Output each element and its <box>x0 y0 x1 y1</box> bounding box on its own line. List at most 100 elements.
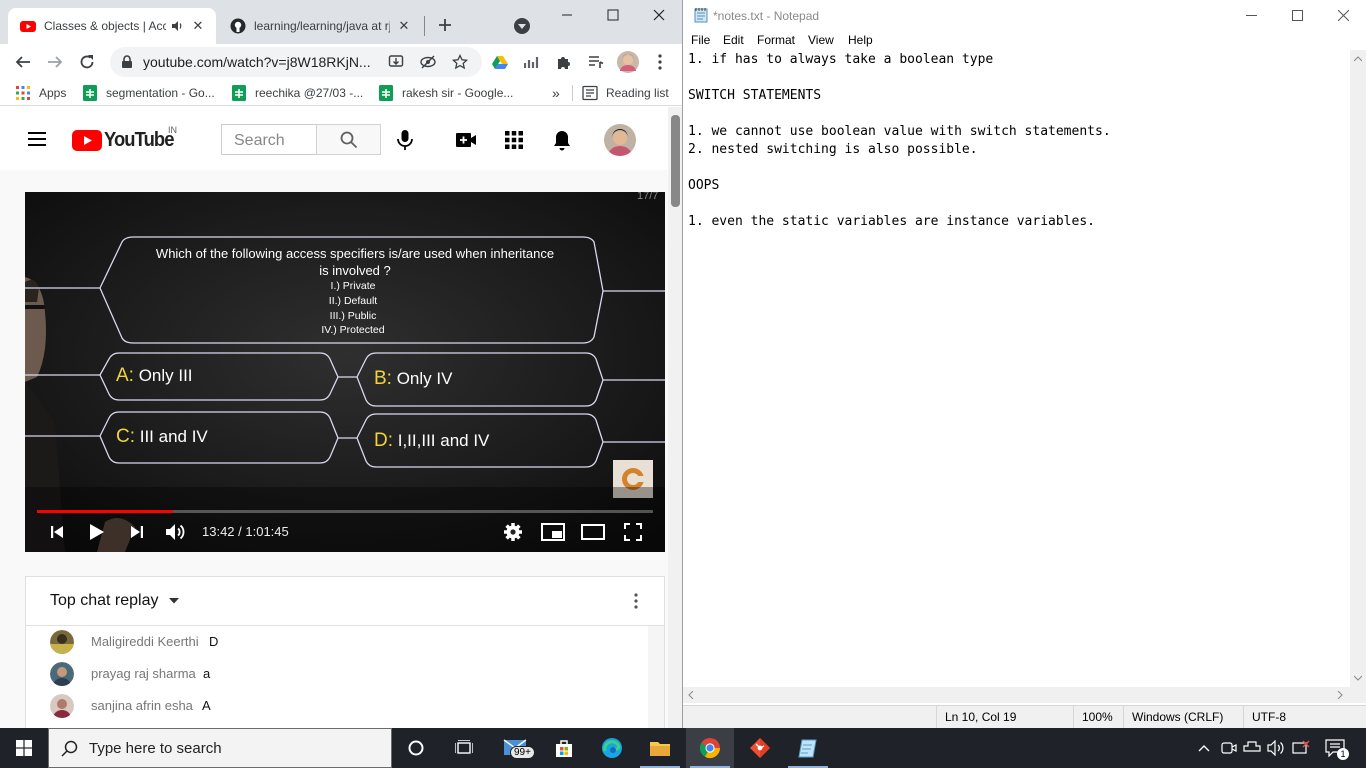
settings-gear-icon[interactable] <box>500 519 526 545</box>
taskbar-search-box[interactable]: Type here to search <box>48 728 392 768</box>
question-line-2: is involved ? <box>319 263 391 278</box>
youtube-search-button[interactable] <box>316 124 381 155</box>
notifications-bell-icon[interactable] <box>553 129 571 151</box>
chat-author[interactable]: Maligireddi Keerthi <box>91 634 199 649</box>
next-video-icon[interactable] <box>124 519 150 545</box>
volume-icon[interactable] <box>163 519 189 545</box>
bookmark-reechika[interactable]: reechika @27/03 -... <box>231 84 363 102</box>
chat-author[interactable]: prayag raj sharma <box>91 666 196 681</box>
meet-now-icon[interactable] <box>1219 738 1239 758</box>
address-bar[interactable]: youtube.com/watch?v=j8W18RKjN... <box>110 47 482 77</box>
fullscreen-icon[interactable] <box>620 519 646 545</box>
microsoft-store-icon[interactable] <box>540 728 588 768</box>
hamburger-menu-icon[interactable] <box>27 131 47 147</box>
search-icon <box>340 131 357 148</box>
avatar[interactable] <box>50 694 74 718</box>
bookmark-star-icon[interactable] <box>452 54 468 70</box>
menu-help[interactable]: Help <box>848 33 873 47</box>
task-view-icon[interactable] <box>440 728 488 768</box>
reading-list-button[interactable]: Reading list <box>582 84 669 102</box>
eye-slash-icon[interactable] <box>420 54 436 70</box>
bookmark-rakesh[interactable]: rakesh sir - Google... <box>378 84 513 102</box>
miniplayer-icon[interactable] <box>540 519 566 545</box>
reload-icon[interactable] <box>75 50 99 74</box>
avatar[interactable] <box>50 630 74 654</box>
tab-search-icon[interactable] <box>513 17 531 35</box>
avatar[interactable] <box>604 124 636 156</box>
scroll-up-icon[interactable] <box>1354 56 1362 62</box>
text-line: SWITCH STATEMENTS <box>688 88 822 103</box>
avatar[interactable] <box>50 662 74 686</box>
theater-mode-icon[interactable] <box>580 519 606 545</box>
notepad-text-area[interactable]: 1. if has to always take a boolean type … <box>683 50 1350 687</box>
chat-scrollbar[interactable] <box>648 626 664 728</box>
video-progress-bar[interactable] <box>37 510 653 513</box>
voice-search-icon[interactable] <box>396 129 414 151</box>
github-favicon-icon <box>230 18 246 34</box>
maximize-icon[interactable] <box>1274 0 1320 31</box>
chrome-taskbar-icon[interactable] <box>686 728 734 768</box>
notepad-taskbar-icon[interactable] <box>784 728 832 768</box>
close-window-icon[interactable] <box>1320 0 1366 31</box>
windows-logo-icon <box>16 740 32 756</box>
mail-app-icon[interactable]: 99+ <box>492 728 540 768</box>
google-drive-icon[interactable] <box>488 50 512 74</box>
cortana-icon[interactable] <box>392 728 440 768</box>
menu-edit[interactable]: Edit <box>723 33 744 47</box>
youtube-logo[interactable]: YouTube IN <box>72 125 180 151</box>
menu-view[interactable]: View <box>808 33 834 47</box>
back-icon[interactable] <box>11 50 35 74</box>
chat-author[interactable]: sanjina afrin esha <box>91 698 193 713</box>
edge-browser-icon[interactable] <box>588 728 636 768</box>
line-ending: Windows (CRLF) <box>1132 710 1224 724</box>
close-window-icon[interactable] <box>636 0 682 30</box>
new-tab-icon[interactable] <box>434 14 456 36</box>
maximize-icon[interactable] <box>590 0 636 30</box>
more-bookmarks-icon[interactable]: » <box>552 84 560 102</box>
network-icon[interactable] <box>1291 738 1311 758</box>
previous-video-icon[interactable] <box>44 519 70 545</box>
analytics-extension-icon[interactable] <box>520 50 544 74</box>
chat-mode-dropdown[interactable]: Top chat replay <box>50 592 179 610</box>
start-button[interactable] <box>0 728 48 768</box>
chat-more-options-icon[interactable] <box>634 593 638 609</box>
scroll-down-icon[interactable] <box>1354 675 1362 681</box>
power-battery-icon[interactable] <box>1242 738 1262 758</box>
bookmark-segmentation[interactable]: segmentation - Go... <box>82 84 215 102</box>
extensions-puzzle-icon[interactable] <box>552 50 576 74</box>
chrome-menu-icon[interactable] <box>648 50 672 74</box>
youtube-search-input[interactable]: Search <box>221 124 317 155</box>
tab-youtube[interactable]: Classes & objects | Acc ✕ <box>8 8 216 44</box>
minimize-icon[interactable] <box>544 0 590 30</box>
vertical-scrollbar[interactable] <box>1350 50 1366 687</box>
notifications-center-icon[interactable]: 1 <box>1324 738 1349 760</box>
apps-grid-icon[interactable] <box>505 131 523 149</box>
close-tab-icon[interactable]: ✕ <box>396 18 412 34</box>
git-app-icon[interactable] <box>736 728 784 768</box>
speaker-icon[interactable] <box>1266 738 1286 758</box>
profile-avatar[interactable] <box>616 50 640 74</box>
audio-playing-icon[interactable] <box>170 19 184 33</box>
tab-github[interactable]: learning/learning/java at rj ✕ <box>218 8 422 44</box>
close-tab-icon[interactable]: ✕ <box>190 18 206 34</box>
minimize-icon[interactable] <box>1228 0 1274 31</box>
scrollbar-thumb[interactable] <box>671 115 680 207</box>
page-scrollbar[interactable] <box>668 107 682 728</box>
scroll-left-icon[interactable] <box>688 691 694 699</box>
create-video-icon[interactable] <box>455 132 477 148</box>
file-explorer-icon[interactable] <box>636 728 684 768</box>
forward-icon[interactable] <box>43 50 67 74</box>
menu-file[interactable]: File <box>691 33 710 47</box>
horizontal-scrollbar[interactable] <box>683 687 1350 703</box>
lock-icon[interactable] <box>121 55 133 69</box>
bookmark-apps[interactable]: Apps <box>15 84 66 102</box>
show-hidden-icons-icon[interactable] <box>1194 738 1214 758</box>
play-icon[interactable] <box>84 519 110 545</box>
install-app-icon[interactable] <box>388 54 404 70</box>
chat-text: A <box>202 698 211 713</box>
media-queue-icon[interactable] <box>584 50 608 74</box>
answer-option-d: D: I,II,III and IV <box>374 430 490 451</box>
scroll-right-icon[interactable] <box>1337 691 1343 699</box>
menu-format[interactable]: Format <box>757 33 795 47</box>
video-player[interactable]: 17/7 Which of the following access speci… <box>25 192 665 552</box>
